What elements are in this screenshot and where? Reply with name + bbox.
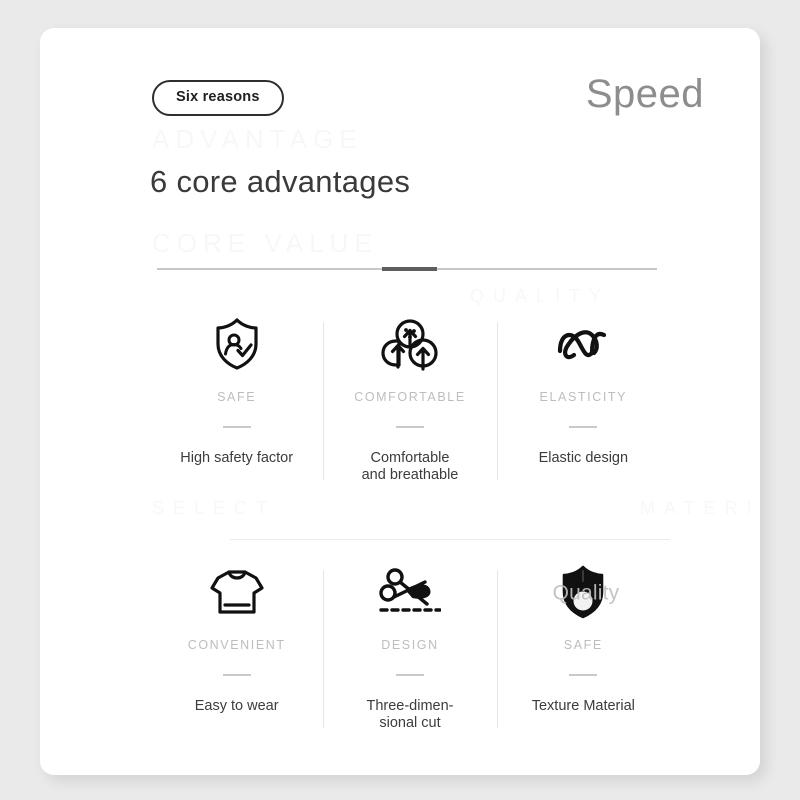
feature-cell-convenient[interactable]: CONVENIENT Easy to wear [150,536,323,750]
elastic-spring-coil-icon [552,314,614,374]
features-row-top: SAFE High safety factor COMFORTABLE Comf… [150,288,670,502]
feature-dash [395,426,424,428]
tshirt-icon [208,562,266,622]
page-title: 6 core advantages [150,164,411,199]
advantages-card: ADVANTAGE CORE VALUE QUALITY SELECT MATE… [40,28,760,775]
feature-category: SAFE [563,638,603,653]
feature-category: SAFE [217,390,257,404]
shield-person-check-icon [211,314,263,374]
feature-description: Elastic design [538,450,629,466]
feature-cell-design[interactable]: DESIGN Three-dimen- sional cut [323,536,496,750]
feature-description: Comfortable and breathable [361,450,459,484]
feature-description: Easy to wear [194,698,279,715]
features-row-bottom: CONVENIENT Easy to wear DESIGN Three-dim… [150,536,670,750]
feature-dash [395,674,424,677]
feature-category: CONVENIENT [187,638,286,653]
six-reasons-badge[interactable]: Six reasons [152,80,284,116]
watermark-under-headline: CORE VALUE [152,228,378,259]
features-grid: SAFE High safety factor COMFORTABLE Comf… [150,288,670,750]
scissors-cut-icon [379,562,441,622]
rows-divider [230,539,670,540]
feature-description: Texture Material [531,698,635,715]
feature-category: COMFORTABLE [354,390,466,404]
feature-dash [222,426,251,428]
feature-category: ELASTICITY [539,390,628,404]
feature-cell-texture[interactable]: Quality SAFE Texture Material [496,536,670,750]
brand-label: Speed [585,72,704,116]
section-divider-active-segment[interactable] [382,267,437,271]
feature-cell-elasticity[interactable]: ELASTICITY Elastic design [496,288,670,502]
feature-cell-safe[interactable]: SAFE High safety factor [150,288,323,502]
feature-dash [569,674,598,677]
shield-solid-quality-icon: Quality [553,562,619,622]
breathable-clouds-arrows-icon [379,314,441,374]
feature-description: Three-dimen- sional cut [366,698,454,732]
feature-dash [222,674,251,677]
feature-cell-comfortable[interactable]: COMFORTABLE Comfortable and breathable [323,288,496,502]
feature-dash [569,426,598,428]
card-header: Six reasons Speed [152,72,712,132]
feature-description: High safety factor [180,450,294,466]
section-divider [157,267,657,271]
feature-category: DESIGN [381,638,439,653]
